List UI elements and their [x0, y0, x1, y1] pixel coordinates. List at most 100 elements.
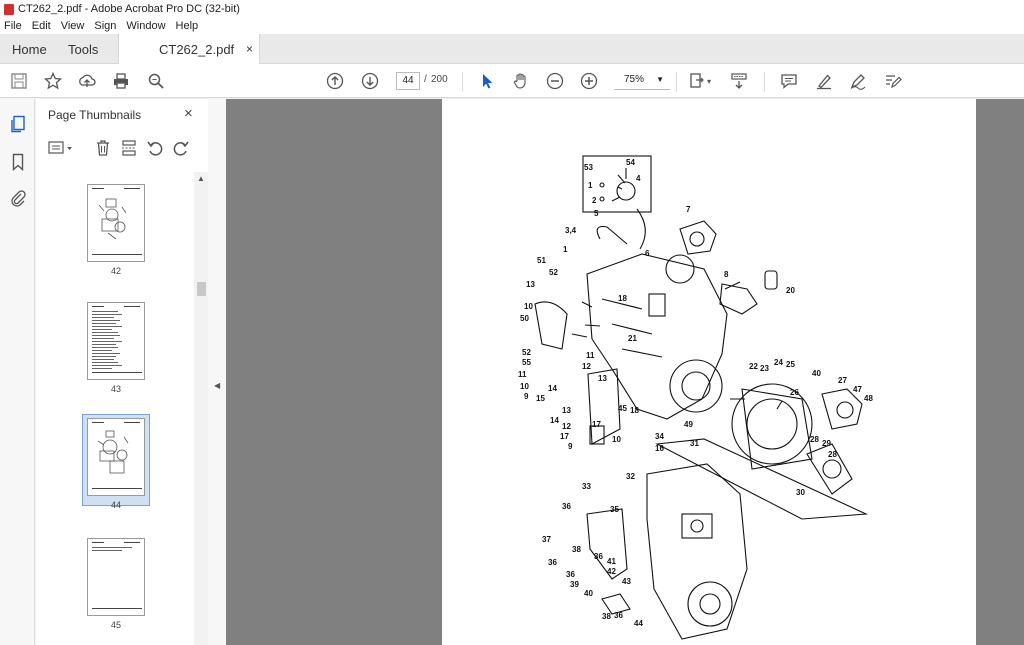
diagram-preview [98, 198, 127, 240]
part-callout-label: 36 [566, 570, 575, 579]
highlight-pen-icon[interactable] [815, 72, 833, 90]
bookmarks-icon[interactable] [9, 153, 27, 172]
thumbnail-toolbar [36, 131, 208, 163]
part-callout-label: 1 [588, 181, 593, 190]
menu-sign[interactable]: Sign [94, 20, 116, 32]
menu-file[interactable]: File [4, 20, 22, 32]
part-callout-label: 3,4 [565, 226, 577, 235]
right-scroll-region[interactable] [978, 99, 1024, 645]
part-callout-label: 37 [542, 535, 551, 544]
thumbnail-page-43[interactable]: 43 [87, 302, 145, 394]
page-fit-dropdown-icon[interactable]: ▾ [704, 72, 714, 90]
diagram-preview [97, 430, 129, 474]
print-icon[interactable] [112, 72, 130, 90]
fill-sign-icon[interactable] [884, 72, 902, 90]
thumbnail-options-icon[interactable] [48, 139, 74, 157]
thumbnail-label: 43 [110, 384, 121, 394]
part-callout-label: 28 [828, 450, 837, 459]
part-callout-label: 1 [563, 245, 568, 254]
panel-title: Page Thumbnails [48, 108, 142, 122]
part-callout-label: 10 [524, 302, 533, 311]
pdf-app-icon [4, 3, 14, 15]
close-panel-icon[interactable]: × [184, 105, 193, 122]
zoom-select[interactable]: 75% ▼ [614, 72, 670, 90]
bookmark-star-icon[interactable] [44, 72, 62, 90]
part-callout-label: 40 [812, 369, 821, 378]
part-callout-label: 34 [655, 432, 664, 441]
document-area[interactable]: 53 54 1 4 2 5 3,4 7 6 1 51 52 13 8 20 18 10 50 21 52 55 11 12 1… [226, 99, 1024, 645]
attachments-icon[interactable] [9, 189, 27, 207]
page-thumbnails-icon[interactable] [9, 115, 27, 133]
part-callout-label: 33 [582, 482, 591, 491]
zoom-in-icon[interactable] [580, 72, 598, 90]
part-callout-label: 17 [592, 420, 601, 429]
part-callout-label: 51 [537, 256, 546, 265]
part-callout-label: 16 [655, 444, 664, 453]
tab-document[interactable]: CT262_2.pdf × [118, 34, 260, 65]
part-callout-label: 42 [607, 567, 616, 576]
thumbnail-page-42[interactable]: 42 [87, 184, 145, 276]
panel-scrollbar[interactable]: ▲ [194, 172, 208, 645]
page-number-input[interactable]: 44 [396, 72, 420, 90]
thumbnail-image [87, 418, 145, 496]
sign-pen-icon[interactable] [849, 72, 867, 90]
scroll-up-icon[interactable]: ▲ [197, 174, 205, 183]
select-cursor-icon[interactable] [478, 72, 496, 90]
thumbnail-image [87, 302, 145, 380]
cloud-upload-icon[interactable] [78, 72, 96, 90]
part-callout-label: 15 [536, 394, 545, 403]
part-callout-label: 12 [582, 362, 591, 371]
pdf-page: 53 54 1 4 2 5 3,4 7 6 1 51 52 13 8 20 18 10 50 21 52 55 11 12 1… [442, 99, 976, 645]
part-callout-label: 8 [724, 270, 729, 279]
save-icon[interactable] [10, 72, 28, 90]
previous-page-icon[interactable] [326, 72, 344, 90]
close-tab-icon[interactable]: × [246, 42, 253, 56]
zoom-out-icon[interactable] [546, 72, 564, 90]
extract-page-icon[interactable] [120, 139, 138, 157]
tab-tools[interactable]: Tools [68, 34, 98, 64]
part-callout-label: 35 [610, 505, 619, 514]
comment-icon[interactable] [780, 72, 798, 90]
collapse-arrow-icon: ◀ [214, 381, 221, 390]
thumbnail-page-44[interactable]: 44 [87, 418, 145, 510]
part-callout-label: 18 [618, 294, 627, 303]
scrollbar-thumb[interactable] [197, 282, 206, 296]
menu-edit[interactable]: Edit [32, 20, 51, 32]
part-callout-label: 22 [749, 362, 758, 371]
delete-page-icon[interactable] [94, 139, 112, 157]
left-navigation-rail [0, 99, 35, 645]
part-callout-label: 5 [594, 209, 599, 218]
part-callout-label: 38 [602, 612, 611, 621]
thumbnail-image [87, 538, 145, 616]
menu-help[interactable]: Help [176, 20, 199, 32]
main-toolbar: 44 / 200 75% ▼ ▾ [0, 64, 1024, 98]
scrolling-mode-icon[interactable] [730, 72, 748, 90]
rotate-clockwise-icon[interactable] [172, 139, 190, 157]
page-total: 200 [431, 74, 448, 85]
tab-home[interactable]: Home [12, 34, 47, 64]
panel-collapse-handle[interactable]: ◀ [208, 99, 226, 645]
next-page-icon[interactable] [361, 72, 379, 90]
hand-tool-icon[interactable] [512, 72, 530, 90]
thumbnail-page-45[interactable]: 45 [87, 538, 145, 630]
part-callout-label: 53 [584, 163, 593, 172]
part-callout-label: 43 [622, 577, 631, 586]
part-callout-label: 23 [760, 364, 769, 373]
part-callout-label: 2 [592, 196, 597, 205]
part-callout-label: 13 [598, 374, 607, 383]
menu-view[interactable]: View [61, 20, 85, 32]
menu-bar: File Edit View Sign Window Help [0, 18, 1024, 34]
part-callout-label: 49 [684, 420, 693, 429]
tab-bar: Home Tools CT262_2.pdf × [0, 34, 1024, 65]
part-callout-label: 36 [594, 552, 603, 561]
part-callout-label: 55 [522, 358, 531, 367]
rotate-counterclockwise-icon[interactable] [146, 139, 164, 157]
menu-window[interactable]: Window [126, 20, 165, 32]
part-callout-label: 26 [790, 388, 799, 397]
thumbnail-label: 45 [110, 620, 121, 630]
part-callout-label: 44 [634, 619, 643, 628]
part-callout-label: 47 [853, 385, 862, 394]
search-icon[interactable] [147, 72, 165, 90]
part-callout-label: 54 [626, 158, 635, 167]
title-bar: CT262_2.pdf - Adobe Acrobat Pro DC (32-b… [0, 0, 1024, 18]
